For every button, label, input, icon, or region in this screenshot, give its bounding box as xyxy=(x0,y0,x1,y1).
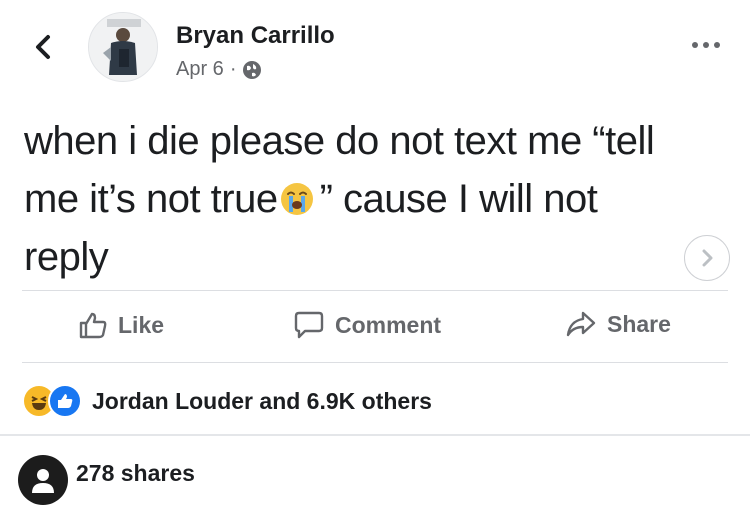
share-arrow-icon xyxy=(566,311,596,337)
chevron-left-icon xyxy=(36,35,50,59)
more-dot-icon xyxy=(692,42,698,48)
share-label: Share xyxy=(607,310,671,337)
more-dot-icon xyxy=(703,42,709,48)
loudly-crying-face-icon xyxy=(280,183,313,215)
like-label: Like xyxy=(118,311,165,338)
divider xyxy=(22,362,728,363)
user-avatar-bubble[interactable] xyxy=(18,455,68,505)
post-text-line-2b: ” cause I will not xyxy=(319,177,598,221)
profile-photo xyxy=(89,13,157,81)
next-post-button[interactable] xyxy=(684,235,730,281)
share-button[interactable]: Share xyxy=(565,310,671,338)
post-text-line-3: reply xyxy=(24,235,109,279)
globe-icon xyxy=(243,60,262,79)
comment-icon xyxy=(294,311,324,339)
divider xyxy=(22,290,728,291)
post-text: when i die please do not text me “tell m… xyxy=(24,112,714,286)
meta-separator: · xyxy=(229,58,237,80)
more-options-button[interactable] xyxy=(692,42,720,48)
reaction-summary[interactable]: Jordan Louder and 6.9K others xyxy=(22,384,432,418)
post-text-line-1: when i die please do not text me “tell xyxy=(24,119,655,163)
divider xyxy=(0,434,750,436)
more-dot-icon xyxy=(714,42,720,48)
comment-label: Comment xyxy=(335,311,442,338)
like-reaction-icon xyxy=(48,384,82,418)
author-name[interactable]: Bryan Carrillo xyxy=(176,22,335,50)
like-button[interactable]: Like xyxy=(78,310,164,340)
back-button[interactable] xyxy=(26,30,60,64)
share-count[interactable]: 278 shares xyxy=(76,460,195,487)
post-text-line-2a: me it’s not true xyxy=(24,177,278,221)
avatar[interactable] xyxy=(88,12,158,82)
user-silhouette-icon xyxy=(32,469,54,493)
post-meta: Apr 6 · xyxy=(176,58,262,81)
post-date[interactable]: Apr 6 xyxy=(176,58,224,81)
comment-button[interactable]: Comment xyxy=(293,310,441,340)
reaction-count-text: Jordan Louder and 6.9K others xyxy=(92,387,432,414)
thumbs-up-icon xyxy=(79,312,107,339)
chevron-right-icon xyxy=(702,249,713,267)
